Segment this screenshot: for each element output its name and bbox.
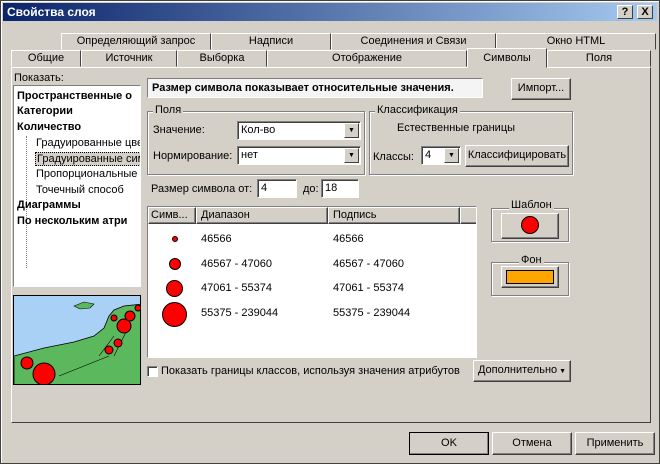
template-label: Шаблон <box>509 199 554 211</box>
show-bounds-checkbox[interactable] <box>147 366 158 377</box>
normalization-select-text: нет <box>241 149 258 161</box>
tree-item-graduated-symbols[interactable]: Градуированные сим <box>35 152 140 166</box>
template-swatch <box>521 216 539 234</box>
tree-item-charts[interactable]: Диаграммы <box>17 199 81 211</box>
tree-item-quantities[interactable]: Количество <box>17 121 81 133</box>
advanced-button-label: Дополнительно <box>477 364 558 376</box>
tab-display[interactable]: Отображение <box>267 50 467 67</box>
layer-properties-window: Свойства слоя ? X Определяющий запрос На… <box>0 0 660 464</box>
chevron-down-icon[interactable]: ▼ <box>344 123 359 138</box>
title-bar: Свойства слоя ? X <box>3 3 657 21</box>
tree-item-proportional[interactable]: Пропорциональные <box>36 168 137 180</box>
class-symbol[interactable] <box>162 302 187 327</box>
value-label: Значение: <box>153 124 205 136</box>
tab-labels[interactable]: Надписи <box>211 33 331 50</box>
tab-definition-query[interactable]: Определяющий запрос <box>61 33 211 50</box>
ok-button[interactable]: OK <box>409 432 489 455</box>
class-symbol[interactable] <box>166 280 183 297</box>
background-swatch <box>506 270 554 284</box>
cancel-button[interactable]: Отмена <box>492 432 572 455</box>
class-range[interactable]: 47061 - 55374 <box>201 282 272 294</box>
classification-group-label: Классификация <box>375 104 460 116</box>
class-range[interactable]: 55375 - 239044 <box>201 307 278 319</box>
tree-item-dot-density[interactable]: Точечный способ <box>36 184 124 196</box>
tab-general[interactable]: Общие <box>11 50 81 67</box>
class-label[interactable]: 47061 - 55374 <box>333 282 404 294</box>
size-from-input[interactable]: 4 <box>257 179 297 198</box>
import-button[interactable]: Импорт... <box>511 78 571 100</box>
tree-item-graduated-colors[interactable]: Градуированные цве <box>36 137 140 149</box>
tree-item-features[interactable]: Пространственные о <box>17 90 132 102</box>
show-label: Показать: <box>14 72 64 84</box>
col-header-range[interactable]: Диапазон <box>196 207 328 224</box>
normalization-label: Нормирование: <box>153 150 233 162</box>
col-header-label[interactable]: Подпись <box>328 207 460 224</box>
fields-group-label: Поля <box>153 104 184 116</box>
window-title: Свойства слоя <box>7 5 96 19</box>
classes-select[interactable]: 4 ▼ <box>421 146 461 165</box>
classes-select-text: 4 <box>425 149 432 161</box>
col-header-symbol[interactable]: Симв... <box>148 207 196 224</box>
tab-fields[interactable]: Поля <box>547 50 651 67</box>
class-symbol[interactable] <box>169 258 181 270</box>
background-symbol-button[interactable] <box>501 266 559 288</box>
class-range[interactable]: 46566 <box>201 233 232 245</box>
tree-item-multiple-attributes[interactable]: По нескольким атри <box>17 215 127 227</box>
classify-button[interactable]: Классифицировать <box>465 145 569 167</box>
close-button[interactable]: X <box>637 5 653 19</box>
tree-item-categories[interactable]: Категории <box>17 105 73 117</box>
tab-symbology[interactable]: Символы <box>467 48 547 68</box>
tab-source[interactable]: Источник <box>81 50 177 67</box>
size-to-label: до: <box>303 183 319 195</box>
classes-label: Классы: <box>373 151 414 163</box>
class-symbol[interactable] <box>172 236 178 242</box>
tab-selection[interactable]: Выборка <box>177 50 267 67</box>
show-bounds-label[interactable]: Показать границы классов, используя знач… <box>161 365 460 377</box>
class-table[interactable]: Симв... Диапазон Подпись 46566 46566 465… <box>147 206 477 358</box>
map-preview-image <box>14 301 140 384</box>
dropdown-arrow-icon: ▼ <box>557 368 567 375</box>
background-label: Фон <box>519 254 544 266</box>
classification-method: Естественные границы <box>397 122 516 134</box>
show-tree[interactable]: Пространственные о Категории Количество … <box>13 85 141 287</box>
map-preview <box>13 295 141 385</box>
help-button[interactable]: ? <box>617 5 633 19</box>
advanced-button[interactable]: Дополнительно ▼ <box>473 360 571 382</box>
size-from-label: Размер символа от: <box>151 183 253 195</box>
symbology-heading: Размер символа показывает относительные … <box>147 78 483 98</box>
class-label[interactable]: 46566 <box>333 233 364 245</box>
template-symbol-button[interactable] <box>501 213 559 239</box>
normalization-select[interactable]: нет ▼ <box>237 146 361 165</box>
chevron-down-icon[interactable]: ▼ <box>344 148 359 163</box>
apply-button[interactable]: Применить <box>575 432 655 455</box>
chevron-down-icon[interactable]: ▼ <box>444 148 459 163</box>
class-range[interactable]: 46567 - 47060 <box>201 258 272 270</box>
size-to-input[interactable]: 18 <box>321 179 359 198</box>
class-label[interactable]: 46567 - 47060 <box>333 258 404 270</box>
class-label[interactable]: 55375 - 239044 <box>333 307 410 319</box>
col-header-empty <box>460 207 476 224</box>
value-select[interactable]: Кол-во ▼ <box>237 121 361 140</box>
value-select-text: Кол-во <box>241 124 276 136</box>
